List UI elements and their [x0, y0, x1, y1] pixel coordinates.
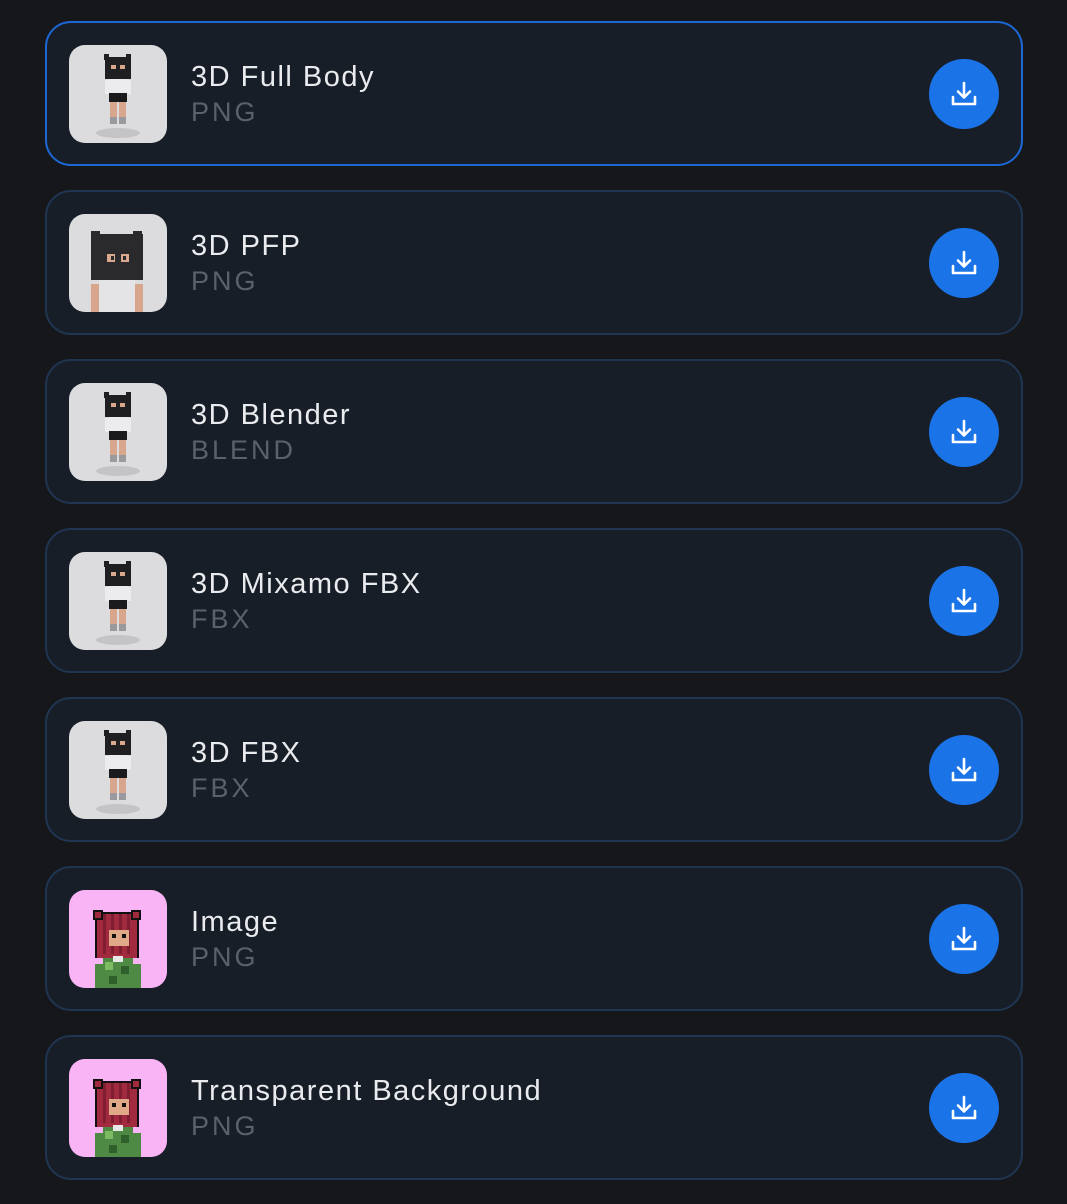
option-title: 3D Mixamo FBX: [191, 568, 422, 600]
option-format: PNG: [191, 1111, 259, 1141]
download-icon: [951, 81, 977, 106]
avatar-thumbnail: [69, 214, 167, 312]
option-format: FBX: [191, 604, 253, 634]
avatar-thumbnail: [69, 890, 167, 988]
option-title: 3D PFP: [191, 230, 302, 262]
download-option-card[interactable]: 3D Mixamo FBX FBX: [45, 528, 1023, 673]
avatar-thumbnail: [69, 552, 167, 650]
download-icon: [951, 926, 977, 951]
download-option-card[interactable]: 3D Full Body PNG: [45, 21, 1023, 166]
option-title: Transparent Background: [191, 1075, 543, 1107]
download-icon: [951, 419, 977, 444]
download-icon: [951, 757, 977, 782]
option-format: FBX: [191, 773, 253, 803]
option-format: PNG: [191, 97, 259, 127]
option-format: PNG: [191, 942, 259, 972]
avatar-thumbnail: [69, 721, 167, 819]
download-options-list: 3D Full Body PNG 3D PFP PNG 3D Blender B…: [45, 21, 1023, 1204]
option-title: 3D Blender: [191, 399, 352, 431]
option-format: PNG: [191, 266, 259, 296]
download-icon: [951, 1095, 977, 1120]
download-option-card[interactable]: Transparent Background PNG: [45, 1035, 1023, 1180]
download-button[interactable]: [929, 397, 999, 467]
avatar-thumbnail: [69, 1059, 167, 1157]
option-format: BLEND: [191, 435, 297, 465]
download-icon: [951, 588, 977, 613]
download-button[interactable]: [929, 904, 999, 974]
option-title: Image: [191, 906, 280, 938]
download-button[interactable]: [929, 59, 999, 129]
download-option-card[interactable]: 3D FBX FBX: [45, 697, 1023, 842]
download-button[interactable]: [929, 566, 999, 636]
download-button[interactable]: [929, 1073, 999, 1143]
download-option-card[interactable]: 3D PFP PNG: [45, 190, 1023, 335]
option-title: 3D FBX: [191, 737, 302, 769]
option-title: 3D Full Body: [191, 61, 376, 93]
download-option-card[interactable]: Image PNG: [45, 866, 1023, 1011]
download-icon: [951, 250, 977, 275]
avatar-thumbnail: [69, 383, 167, 481]
avatar-thumbnail: [69, 45, 167, 143]
download-button[interactable]: [929, 228, 999, 298]
download-button[interactable]: [929, 735, 999, 805]
download-option-card[interactable]: 3D Blender BLEND: [45, 359, 1023, 504]
